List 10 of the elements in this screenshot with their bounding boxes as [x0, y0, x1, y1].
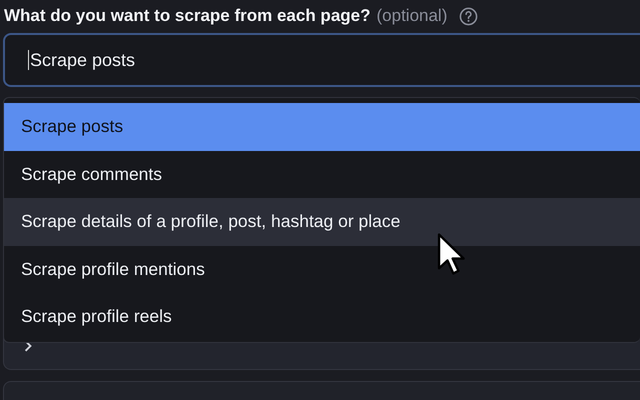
menu-option[interactable]: Scrape details of a profile, post, hashtag or place	[4, 198, 640, 246]
input-field[interactable]: Scrape posts	[3, 33, 640, 87]
menu-option[interactable]: Scrape profile mentions	[4, 246, 640, 293]
menu-option[interactable]: Scrape profile reels	[4, 293, 640, 340]
chevron-icon[interactable]	[22, 340, 34, 352]
field-label: What do you want to scrape from each page?	[4, 6, 370, 26]
optional-hint: (optional)	[376, 6, 448, 26]
help-icon[interactable]	[459, 6, 478, 26]
menu-option[interactable]: Scrape posts	[4, 103, 640, 150]
menu-option[interactable]: Scrape comments	[4, 150, 640, 198]
